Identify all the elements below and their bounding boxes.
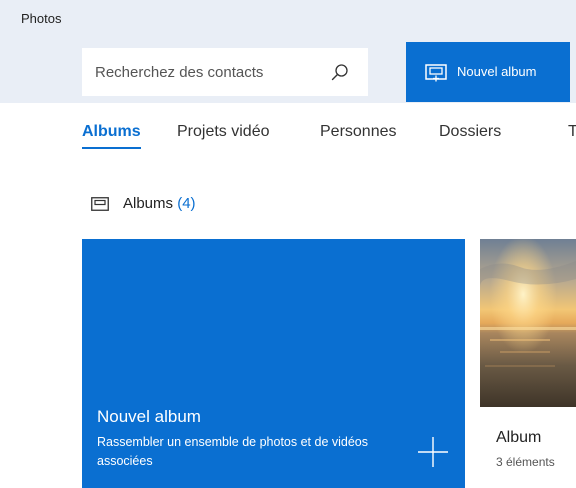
album-add-icon [425,64,447,82]
search-input[interactable] [95,61,305,83]
tab-albums-label: Albums [82,123,141,140]
tab-folders[interactable]: Dossiers [439,123,501,141]
active-tab-indicator [82,147,141,149]
album-card[interactable]: Album 3 éléments [480,239,576,488]
app-title: Photos [21,11,62,26]
album-icon [91,197,109,211]
new-album-tile-title: Nouvel album [97,407,201,426]
tab-more-label: T [568,123,576,140]
album-count-badge: (4) [177,195,196,212]
photos-app: Photos Nouvel album Albums Projets vidéo [0,0,576,488]
tab-video-projects-label: Projets vidéo [177,123,270,140]
tab-people-label: Personnes [320,123,397,140]
album-name: Album [496,429,542,446]
section-label: Albums [123,195,174,212]
section-title: Albums (4) [123,195,196,212]
album-thumbnail [480,239,576,407]
tab-more[interactable]: T [568,123,576,141]
plus-icon [418,437,448,467]
album-item-count: 3 éléments [496,455,555,469]
new-album-button[interactable]: Nouvel album [406,42,570,102]
header-bar: Photos Nouvel album [0,0,576,103]
new-album-button-label: Nouvel album [457,64,537,79]
new-album-tile[interactable]: Nouvel album Rassembler un ensemble de p… [82,239,465,488]
search-icon[interactable] [331,63,349,81]
tab-video-projects[interactable]: Projets vidéo [177,123,270,141]
search-box[interactable] [82,48,368,96]
tab-people[interactable]: Personnes [320,123,397,141]
tab-bar: Albums Projets vidéo Personnes Dossiers … [82,123,576,153]
new-album-tile-description: Rassembler un ensemble de photos et de v… [97,435,368,468]
tab-albums[interactable]: Albums [82,123,141,149]
tab-folders-label: Dossiers [439,123,502,140]
